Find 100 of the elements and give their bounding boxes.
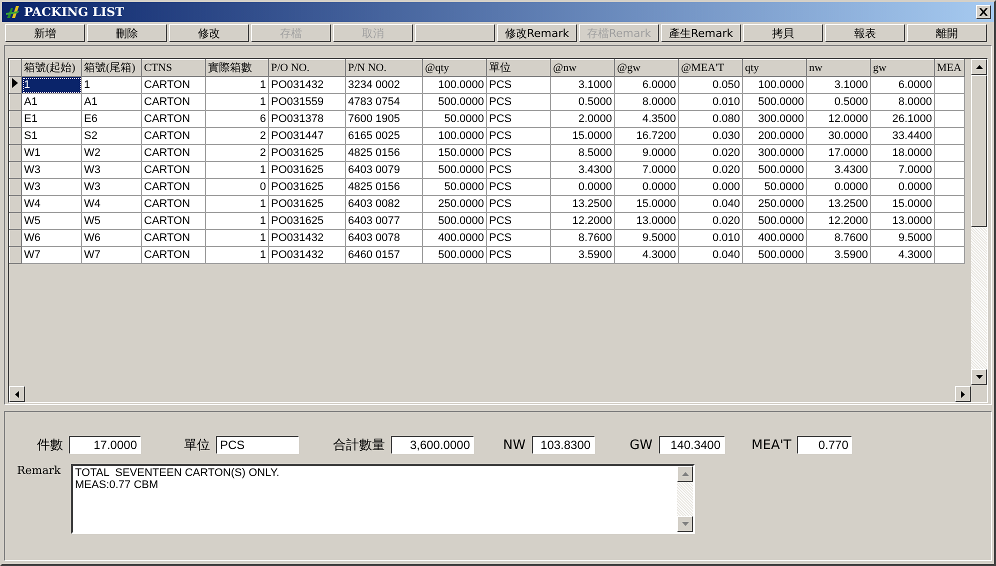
table-cell: 12.2000 — [550, 212, 614, 230]
table-cell: 0.5000 — [550, 94, 614, 110]
toolbar-button[interactable]: 產生Remark — [661, 24, 741, 42]
table-cell: CARTON — [142, 94, 206, 110]
table-cell — [934, 94, 964, 110]
table-cell: CARTON — [142, 212, 206, 230]
table-cell: CARTON — [142, 162, 206, 178]
table-cell: 50.0000 — [422, 110, 486, 128]
table-cell: 300.0000 — [742, 144, 806, 162]
table-cell: CARTON — [142, 230, 206, 246]
table-cell: 13.2500 — [550, 196, 614, 212]
column-header[interactable]: 箱號(尾箱) — [82, 60, 142, 76]
toolbar-button[interactable]: 修改Remark — [497, 24, 577, 42]
remark-field[interactable]: TOTAL SEVENTEEN CARTON(S) ONLY. MEAS:0.77 CBM — [71, 464, 695, 534]
table-cell: 16.7200 — [614, 128, 678, 144]
column-header[interactable]: qty — [742, 60, 806, 76]
app-icon — [5, 5, 21, 19]
table-cell: PO031432 — [268, 230, 346, 246]
column-header[interactable]: gw — [870, 60, 934, 76]
table-cell: W5 — [22, 212, 82, 230]
table-cell: PCS — [486, 144, 550, 162]
column-header[interactable]: @gw — [614, 60, 678, 76]
table-cell: 9.5000 — [614, 230, 678, 246]
table-cell: 500.0000 — [742, 212, 806, 230]
table-cell: 8.5000 — [550, 144, 614, 162]
input-field[interactable]: 3,600.0000 — [391, 436, 474, 454]
table-cell: 0.020 — [678, 162, 742, 178]
table-cell: 8.0000 — [870, 94, 934, 110]
table-cell: W4 — [22, 196, 82, 212]
table-cell: 300.0000 — [742, 110, 806, 128]
table-cell: 0 — [206, 178, 268, 196]
blank-button[interactable] — [415, 24, 495, 42]
table-cell: 0.080 — [678, 110, 742, 128]
input-field[interactable]: 140.3400 — [658, 436, 725, 454]
table-cell: 0.5000 — [806, 94, 870, 110]
column-header[interactable]: P/N NO. — [346, 60, 422, 76]
column-header[interactable]: CTNS — [142, 60, 206, 76]
toolbar-button[interactable]: 刪除 — [87, 24, 167, 42]
horizontal-scrollbar[interactable] — [9, 386, 971, 402]
column-header[interactable]: MEA — [934, 60, 964, 76]
column-header[interactable]: @qty — [422, 60, 486, 76]
down-arrow-icon — [976, 375, 982, 379]
table-cell: 7.0000 — [870, 162, 934, 178]
table-cell: 1 — [206, 94, 268, 110]
column-header[interactable]: 箱號(起始) — [22, 60, 82, 76]
column-header[interactable]: 實際箱數 — [206, 60, 268, 76]
table-cell: 1 — [206, 162, 268, 178]
row-indicator[interactable] — [10, 76, 22, 94]
table-cell: 26.1000 — [870, 110, 934, 128]
table-cell: 9.5000 — [870, 230, 934, 246]
table-cell: 500.0000 — [422, 162, 486, 178]
table-cell: 1 — [206, 76, 268, 94]
table-cell: W3 — [22, 178, 82, 196]
table-cell: 6.0000 — [614, 76, 678, 94]
toolbar-button[interactable]: 修改 — [169, 24, 249, 42]
input-field[interactable]: 17.0000 — [69, 436, 141, 454]
table-cell — [934, 178, 964, 196]
toolbar-button[interactable]: 離開 — [907, 24, 987, 42]
table-cell: PCS — [486, 246, 550, 264]
input-field[interactable]: 0.770 — [797, 436, 852, 454]
remark-label: Remark — [17, 464, 62, 479]
input-field[interactable]: PCS — [216, 436, 299, 454]
column-header[interactable]: nw — [806, 60, 870, 76]
table-cell: 0.020 — [678, 144, 742, 162]
table-cell: PO031625 — [268, 196, 346, 212]
toolbar-button[interactable]: 新增 — [5, 24, 85, 42]
table-cell: W6 — [22, 230, 82, 246]
table-cell: 0.0000 — [806, 178, 870, 196]
vertical-scrollbar[interactable] — [971, 59, 987, 385]
table-cell: 4.3000 — [614, 246, 678, 264]
table-cell: 6403 0078 — [346, 230, 422, 246]
table-cell: 0.040 — [678, 246, 742, 264]
table-cell: W1 — [22, 144, 82, 162]
table-cell: 100.0000 — [422, 128, 486, 144]
table-cell — [934, 230, 964, 246]
table-cell: 4825 0156 — [346, 144, 422, 162]
table-cell: 250.0000 — [422, 196, 486, 212]
table-cell: 6403 0079 — [346, 162, 422, 178]
toolbar-button[interactable]: 報表 — [825, 24, 905, 42]
column-header[interactable]: @MEA'T — [678, 60, 742, 76]
column-header[interactable]: @nw — [550, 60, 614, 76]
field-label: GW — [630, 438, 653, 452]
column-header[interactable]: P/O NO. — [268, 60, 346, 76]
remark-line: TOTAL SEVENTEEN CARTON(S) ONLY. — [75, 467, 280, 479]
table-cell: 4.3500 — [614, 110, 678, 128]
input-field[interactable]: 103.8300 — [532, 436, 595, 454]
table-cell: 3.1000 — [550, 76, 614, 94]
close-button[interactable] — [976, 5, 991, 19]
column-header[interactable]: 單位 — [486, 60, 550, 76]
toolbar-button[interactable]: 拷貝 — [743, 24, 823, 42]
table-cell: PO031432 — [268, 246, 346, 264]
table-cell: 1 — [206, 230, 268, 246]
table-cell: 3.4300 — [550, 162, 614, 178]
table-cell: 0.010 — [678, 94, 742, 110]
table-cell: 6 — [206, 110, 268, 128]
table-cell: 0.040 — [678, 196, 742, 212]
field-label: NW — [503, 438, 526, 452]
vertical-scrollbar[interactable] — [677, 466, 693, 532]
table-cell: 0.0000 — [870, 178, 934, 196]
table-cell: 0.020 — [678, 212, 742, 230]
